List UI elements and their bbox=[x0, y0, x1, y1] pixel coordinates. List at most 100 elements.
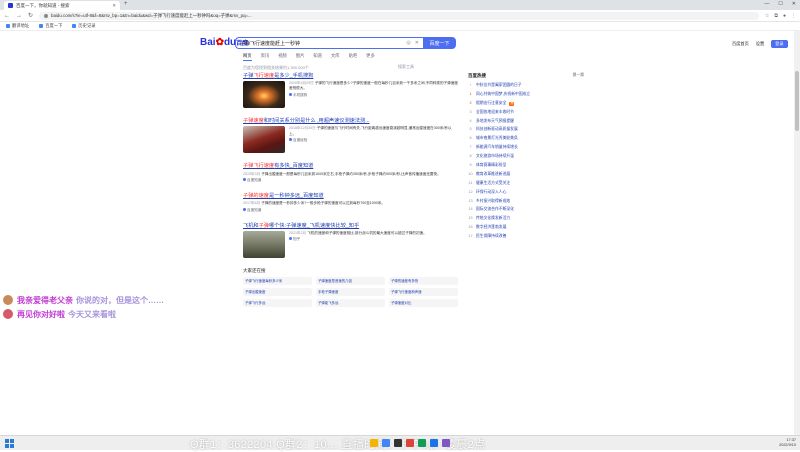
hot-search-label: 科技创新驱动高质量发展 bbox=[476, 127, 518, 132]
extensions-icon[interactable]: ⧉ bbox=[774, 13, 778, 19]
result-title[interactable]: 子弹速度和时间关系分别是什么 ,用超声速仪测速法测... bbox=[243, 118, 458, 124]
page-scrollbar[interactable] bbox=[794, 31, 800, 435]
search-result: 子弹速度和时间关系分别是什么 ,用超声速仪测速法测... 2018年12月30日… bbox=[243, 118, 458, 154]
result-source[interactable]: 手机搜狗 bbox=[289, 92, 458, 98]
back-icon[interactable]: ← bbox=[4, 13, 10, 19]
result-title[interactable]: 子弹飞行速度是多少_手机搜狗 bbox=[243, 73, 458, 79]
related-search-item[interactable]: 子弹飞行速度每秒多少米 bbox=[243, 276, 312, 285]
related-searches-title: 大家还在搜 bbox=[243, 267, 266, 273]
forward-icon[interactable]: → bbox=[16, 13, 22, 19]
hot-search-list: ↑ 中秋佳节是阖家团圆的日子 1 同心共筑中国梦,庆祝新中国成立 2 假期出行注意安全热 3… bbox=[468, 83, 584, 239]
search-tools-button[interactable]: 搜索工具 bbox=[398, 64, 414, 70]
bookmark-item[interactable]: 百度一下 bbox=[39, 23, 62, 29]
new-tab-button[interactable]: + bbox=[124, 1, 128, 7]
hot-search-item[interactable]: 4 多地发布天气预报提醒 bbox=[468, 119, 584, 124]
camera-icon[interactable]: ◎ bbox=[406, 40, 410, 46]
app-icon[interactable] bbox=[382, 439, 390, 447]
hot-search-item[interactable]: 17 民生保障持续改善 bbox=[468, 234, 584, 239]
hot-search-item[interactable]: 2 假期出行注意安全热 bbox=[468, 101, 584, 106]
hot-search-item[interactable]: 16 数字经济蓬勃发展 bbox=[468, 225, 584, 230]
related-search-item[interactable]: 子弹飞行多远 bbox=[243, 298, 312, 307]
bookmark-item[interactable]: 历史记录 bbox=[72, 23, 96, 29]
system-tray-clock[interactable]: 17:37 2022/9/10 bbox=[779, 438, 796, 447]
hot-search-item[interactable]: 6 城市夜景灯光秀美轮美奂 bbox=[468, 137, 584, 141]
browser-tab[interactable]: 百度一下，你就知道 - 搜索 ✕ bbox=[4, 1, 120, 10]
app-icon[interactable] bbox=[394, 439, 402, 447]
login-button[interactable]: 登录 bbox=[771, 40, 788, 48]
hot-search-item[interactable]: 1 同心共筑中国梦,庆祝新中国成立 bbox=[468, 92, 584, 97]
danmu-comment: 再见你对好啦 今天又来看啦 bbox=[2, 308, 116, 320]
hot-search-item[interactable]: 11 健康生活方式受关注 bbox=[468, 181, 584, 186]
hot-search-item[interactable]: ↑ 中秋佳节是阖家团圆的日子 bbox=[468, 83, 584, 88]
refresh-hot-button[interactable]: 换一换 bbox=[573, 73, 584, 79]
result-snippet: 2017年6月 子弹的速度是一秒钟多少米?一般步枪子弹的速度可以达到每秒700至… bbox=[243, 201, 458, 212]
url-input[interactable]: baidu.com/s?ie=utf-8&f=8&rsv_bp=1&tn=bai… bbox=[39, 11, 759, 20]
app-icon[interactable] bbox=[406, 439, 414, 447]
baidu-results-page: Bai✿du百度 子弹飞行速度能赶上一秒钟 ◎ ✕ 百度一下 百度首页 设置 登… bbox=[0, 31, 800, 435]
result-source[interactable]: 百度知道 bbox=[243, 177, 458, 183]
reload-icon[interactable]: ↻ bbox=[28, 12, 33, 19]
related-search-item[interactable]: 子弹飞行速度和声速 bbox=[389, 287, 458, 296]
windows-start-icon[interactable] bbox=[5, 439, 14, 448]
profile-icon[interactable]: ● bbox=[783, 13, 786, 19]
close-tab-icon[interactable]: ✕ bbox=[112, 3, 116, 9]
hot-search-item[interactable]: 12 环保行动深入人心 bbox=[468, 190, 584, 195]
tab-news[interactable]: 资讯 bbox=[261, 53, 270, 61]
chrome-icon[interactable] bbox=[430, 439, 438, 447]
hot-search-item[interactable]: 13 乡村振兴取得新成效 bbox=[468, 198, 584, 204]
related-searches: 子弹飞行速度每秒多少米 子弹速度是音速的几倍 子弹的速度有多快 子弹出膛速度 手… bbox=[243, 276, 458, 307]
bookmark-item[interactable]: 翻译地址 bbox=[6, 23, 29, 29]
result-source[interactable]: 百度经验 bbox=[289, 137, 458, 143]
close-window-button[interactable]: ✕ bbox=[792, 1, 796, 7]
tab-tieba[interactable]: 贴吧 bbox=[349, 53, 358, 61]
app-icon[interactable] bbox=[418, 439, 426, 447]
tab-video[interactable]: 视频 bbox=[278, 53, 287, 61]
related-search-item[interactable]: 子弹速度对比 bbox=[389, 298, 458, 307]
related-search-item[interactable]: 子弹速度是音速的几倍 bbox=[316, 276, 385, 285]
bookmark-icon bbox=[39, 24, 44, 28]
result-snippet: 2018年12月30日 子弹的速度与飞行时间有关,飞行距离越远速度衰减越明显,通… bbox=[289, 126, 458, 153]
maximize-button[interactable]: ☐ bbox=[778, 1, 782, 7]
scrollbar-thumb[interactable] bbox=[795, 71, 799, 131]
tab-zhidao[interactable]: 知道 bbox=[313, 53, 322, 61]
clear-icon[interactable]: ✕ bbox=[415, 40, 419, 46]
settings-link[interactable]: 设置 bbox=[756, 41, 764, 47]
search-button[interactable]: 百度一下 bbox=[423, 37, 456, 49]
hot-search-item[interactable]: 3 全国各地迎来丰收时节 bbox=[468, 110, 584, 115]
hot-search-item[interactable]: 14 国际交流合作不断深化 bbox=[468, 208, 584, 212]
star-icon[interactable]: ☆ bbox=[765, 13, 769, 19]
result-title[interactable]: 飞机和子弹哪个快:子弹速度_飞机速度快比较_知乎 bbox=[243, 223, 458, 229]
result-thumbnail[interactable] bbox=[243, 81, 285, 109]
app-icon[interactable] bbox=[442, 439, 450, 447]
search-input[interactable]: 子弹飞行速度能赶上一秒钟 ◎ ✕ bbox=[235, 37, 423, 49]
related-search-item[interactable]: 子弹的速度有多快 bbox=[389, 276, 458, 285]
menu-icon[interactable]: ⋮ bbox=[791, 13, 796, 19]
hot-rank: 16 bbox=[468, 225, 473, 230]
tab-web[interactable]: 网页 bbox=[243, 53, 252, 61]
hot-search-title: 百度热搜 bbox=[468, 73, 486, 78]
related-search-item[interactable]: 子弹出膛速度 bbox=[243, 287, 312, 296]
related-search-item[interactable]: 手枪子弹速度 bbox=[316, 287, 385, 296]
folder-icon[interactable] bbox=[370, 439, 378, 447]
result-title[interactable]: 子弹的速度是一秒钟多远_百度知道 bbox=[243, 193, 458, 199]
related-search-item[interactable]: 子弹能飞多远 bbox=[316, 298, 385, 307]
result-title[interactable]: 子弹飞行速度有多快_百度知道 bbox=[243, 163, 458, 169]
danmu-comment: 我亲爱得老父亲 你说的对，但是这个…… bbox=[2, 294, 164, 306]
tab-images[interactable]: 图片 bbox=[296, 53, 305, 61]
result-source[interactable]: 百度知道 bbox=[243, 207, 458, 213]
hot-search-label: 乡村振兴取得新成效 bbox=[476, 198, 511, 203]
tab-wenku[interactable]: 文库 bbox=[331, 53, 340, 61]
hot-search-item[interactable]: 5 科技创新驱动高质量发展 bbox=[468, 128, 584, 132]
tab-more[interactable]: 更多 bbox=[366, 53, 375, 61]
minimize-button[interactable]: — bbox=[764, 1, 769, 7]
result-source[interactable]: 知乎 bbox=[289, 237, 427, 242]
hot-rank: 17 bbox=[468, 234, 473, 239]
hot-search-item[interactable]: 8 文化旅游市场持续升温 bbox=[468, 154, 584, 159]
result-thumbnail[interactable] bbox=[243, 230, 285, 258]
hot-search-item[interactable]: 15 传统文化焕发新活力 bbox=[468, 217, 584, 221]
hot-search-item[interactable]: 10 教育改革推进新进展 bbox=[468, 172, 584, 177]
hot-search-item[interactable]: 7 新能源汽车销量持续增长 bbox=[468, 145, 584, 150]
home-link[interactable]: 百度首页 bbox=[732, 41, 749, 47]
hot-search-item[interactable]: 9 体育赛事精彩纷呈 bbox=[468, 163, 584, 168]
result-thumbnail[interactable] bbox=[243, 126, 285, 154]
